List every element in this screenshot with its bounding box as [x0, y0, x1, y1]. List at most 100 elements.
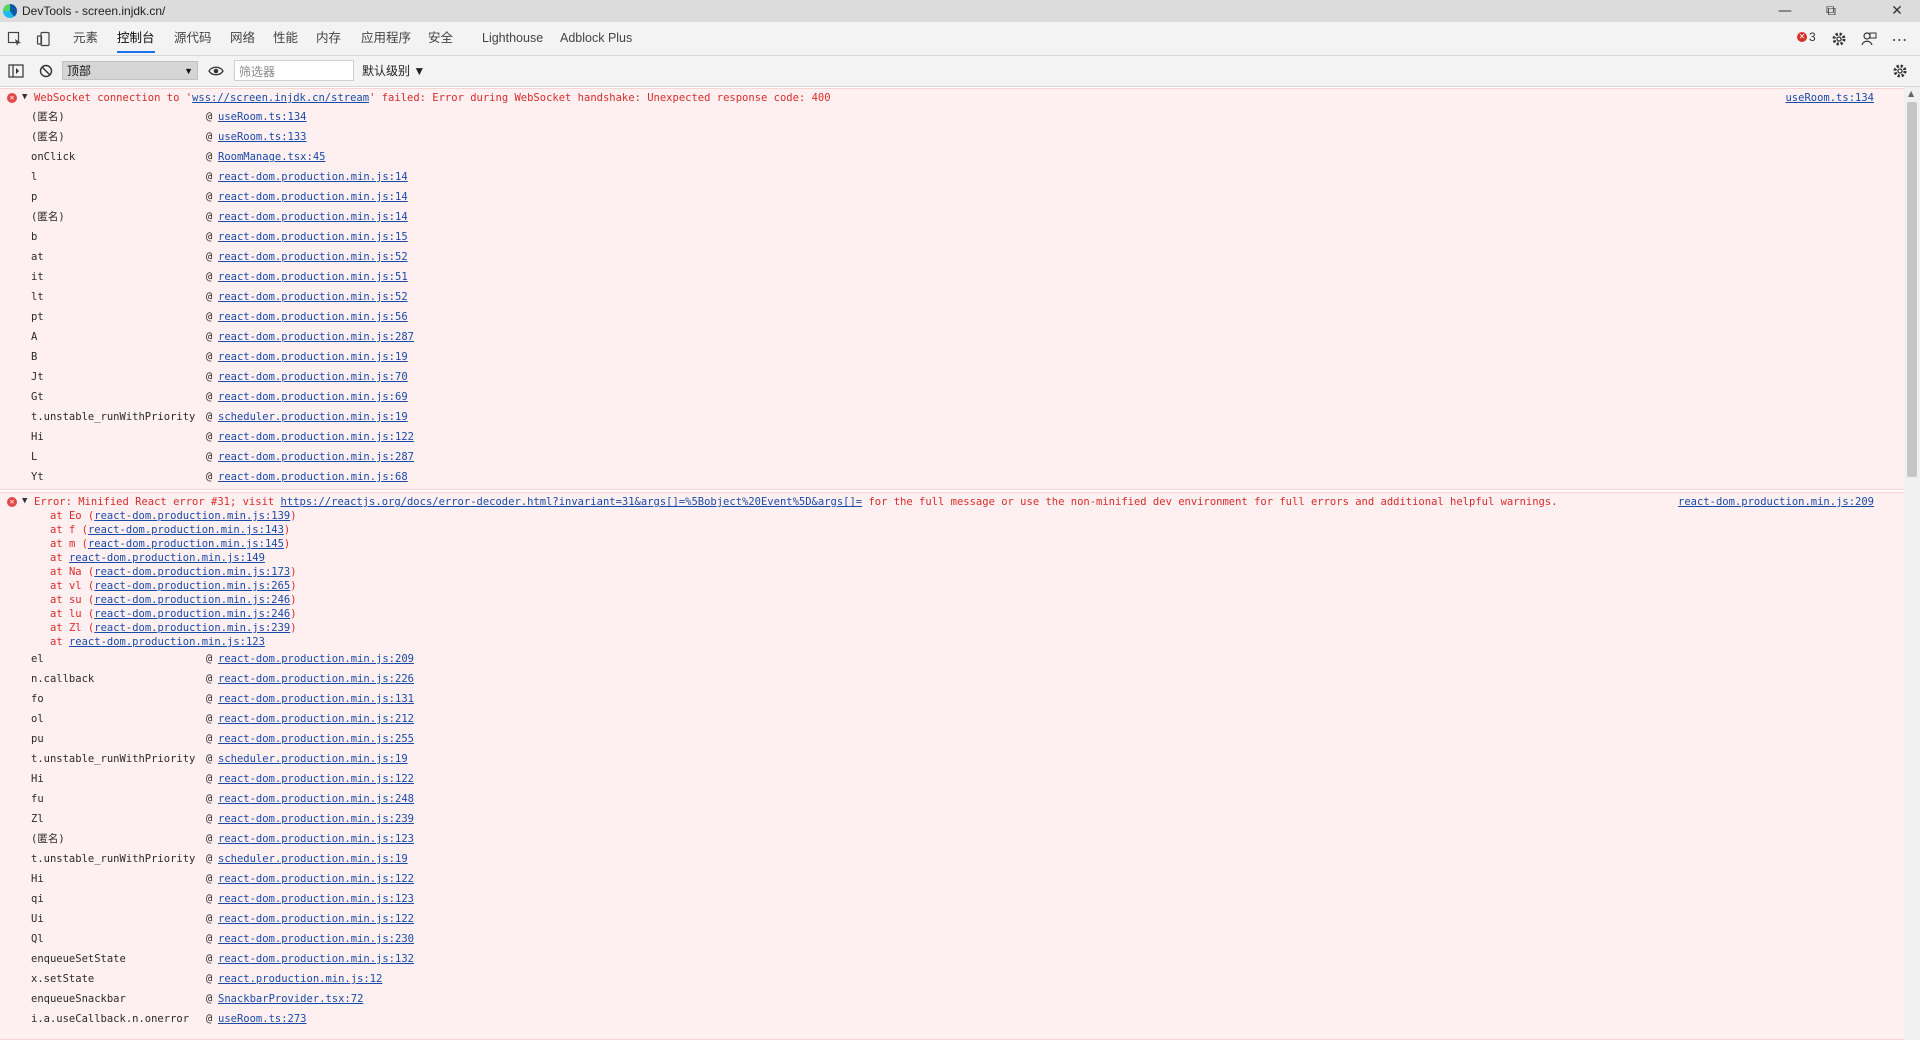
close-icon[interactable]: ✕ [1874, 0, 1920, 22]
stack-frame-link[interactable]: react-dom.production.min.js:14 [218, 207, 408, 227]
stack-frame-link[interactable]: react-dom.production.min.js:52 [218, 247, 408, 267]
stack-frame-link[interactable]: useRoom.ts:273 [218, 1009, 307, 1029]
clear-console-icon[interactable] [36, 61, 56, 81]
stack-frame-link[interactable]: scheduler.production.min.js:19 [218, 407, 408, 427]
context-select[interactable]: 顶部 ▼ [62, 61, 198, 80]
stack-frame-link[interactable]: react-dom.production.min.js:226 [218, 669, 414, 689]
tab-0[interactable]: 元素 [73, 22, 98, 55]
stack-frame-function: pt [31, 311, 44, 323]
scroll-up-icon[interactable]: ▲ [1908, 89, 1914, 98]
error-stack-link[interactable]: react-dom.production.min.js:239 [94, 622, 290, 634]
tab-6[interactable]: 应用程序 [361, 22, 411, 55]
error-message-link[interactable]: https://reactjs.org/docs/error-decoder.h… [281, 496, 863, 508]
error-text-suffix: for the full message or use the non-mini… [862, 496, 1558, 508]
stack-frame-link[interactable]: useRoom.ts:134 [218, 107, 307, 127]
stack-frame-link[interactable]: react-dom.production.min.js:69 [218, 387, 408, 407]
minimize-icon[interactable]: — [1762, 0, 1808, 22]
error-stack-link[interactable]: react-dom.production.min.js:139 [94, 510, 290, 522]
error-source-link[interactable]: useRoom.ts:134 [1785, 92, 1874, 104]
stack-frame-at: @ [206, 431, 213, 443]
stack-frame-at: @ [206, 111, 213, 123]
tab-9[interactable]: Adblock Plus [560, 22, 632, 55]
stack-frame-link[interactable]: react-dom.production.min.js:131 [218, 689, 414, 709]
log-levels-dropdown[interactable]: 默认级别 ▼ [362, 62, 425, 79]
device-toolbar-icon[interactable] [34, 29, 54, 49]
stack-frame-link[interactable]: react-dom.production.min.js:122 [218, 869, 414, 889]
stack-frame-at: @ [206, 311, 213, 323]
feedback-icon[interactable] [1859, 29, 1879, 49]
error-stack-link[interactable]: react-dom.production.min.js:265 [94, 580, 290, 592]
inspect-element-icon[interactable] [5, 29, 25, 49]
scrollbar-thumb[interactable] [1907, 102, 1917, 477]
stack-frame-link[interactable]: react-dom.production.min.js:248 [218, 789, 414, 809]
more-options-icon[interactable]: ⋯ [1890, 29, 1910, 49]
stack-frame-at: @ [206, 331, 213, 343]
stack-frame-link[interactable]: react-dom.production.min.js:15 [218, 227, 408, 247]
error-source-link[interactable]: react-dom.production.min.js:209 [1678, 496, 1874, 508]
stack-frame-link[interactable]: react-dom.production.min.js:132 [218, 949, 414, 969]
stack-frame-link[interactable]: RoomManage.tsx:45 [218, 147, 325, 167]
stack-frame-link[interactable]: react-dom.production.min.js:51 [218, 267, 408, 287]
stack-frame-function: n.callback [31, 673, 95, 685]
stack-frame-link[interactable]: react-dom.production.min.js:122 [218, 427, 414, 447]
stack-frame-at: @ [206, 471, 213, 483]
filter-input[interactable]: 筛选器 [234, 60, 354, 81]
stack-frame-function: (匿名) [31, 111, 65, 123]
console-settings-icon[interactable] [1890, 61, 1910, 81]
error-message-text: Error: Minified React error #31; visit h… [34, 496, 1558, 508]
error-stack-link[interactable]: react-dom.production.min.js:246 [94, 608, 290, 620]
tab-4[interactable]: 性能 [273, 22, 298, 55]
gear-icon[interactable] [1829, 29, 1849, 49]
stack-frame-link[interactable]: react-dom.production.min.js:287 [218, 447, 414, 467]
stack-frame-link[interactable]: react-dom.production.min.js:123 [218, 829, 414, 849]
stack-frame-at: @ [206, 693, 213, 705]
stack-frame-link[interactable]: react-dom.production.min.js:14 [218, 187, 408, 207]
stack-frame-link[interactable]: react-dom.production.min.js:287 [218, 327, 414, 347]
expand-triangle-icon[interactable]: ▼ [22, 496, 27, 506]
stack-frame-link[interactable]: react-dom.production.min.js:56 [218, 307, 408, 327]
tab-2[interactable]: 源代码 [174, 22, 212, 55]
stack-frame-link[interactable]: react-dom.production.min.js:52 [218, 287, 408, 307]
stack-frame-link[interactable]: scheduler.production.min.js:19 [218, 749, 408, 769]
window-titlebar: DevTools - screen.injdk.cn/ [0, 0, 1920, 22]
restore-icon[interactable]: ⧉ [1808, 0, 1854, 22]
error-stack-line: at Zl (react-dom.production.min.js:239) [50, 621, 297, 635]
stack-frame-link[interactable]: SnackbarProvider.tsx:72 [218, 989, 363, 1009]
stack-frame-link[interactable]: react-dom.production.min.js:255 [218, 729, 414, 749]
stack-frame-link[interactable]: react-dom.production.min.js:230 [218, 929, 414, 949]
stack-frame-link[interactable]: react.production.min.js:12 [218, 969, 382, 989]
console-scrollbar[interactable]: ▲ [1904, 87, 1920, 1040]
toggle-sidebar-icon[interactable] [6, 61, 26, 81]
error-stack-link[interactable]: react-dom.production.min.js:123 [69, 636, 265, 648]
error-stack-link[interactable]: react-dom.production.min.js:173 [94, 566, 290, 578]
tab-7[interactable]: 安全 [428, 22, 453, 55]
stack-frame-link[interactable]: react-dom.production.min.js:212 [218, 709, 414, 729]
stack-frame-at: @ [206, 271, 213, 283]
stack-frame-link[interactable]: react-dom.production.min.js:68 [218, 467, 408, 487]
error-count-badge[interactable]: ✕ 3 [1797, 30, 1816, 44]
stack-frame-link[interactable]: useRoom.ts:133 [218, 127, 307, 147]
stack-frame-at: @ [206, 993, 213, 1005]
tab-5[interactable]: 内存 [316, 22, 341, 55]
stack-frame-link[interactable]: react-dom.production.min.js:209 [218, 649, 414, 669]
stack-frame-link[interactable]: scheduler.production.min.js:19 [218, 849, 408, 869]
expand-triangle-icon[interactable]: ▼ [22, 92, 27, 102]
stack-frame-at: @ [206, 833, 213, 845]
stack-frame-link[interactable]: react-dom.production.min.js:123 [218, 889, 414, 909]
tab-1[interactable]: 控制台 [117, 22, 155, 55]
error-stack-link[interactable]: react-dom.production.min.js:149 [69, 552, 265, 564]
stack-frame-link[interactable]: react-dom.production.min.js:122 [218, 909, 414, 929]
tab-3[interactable]: 网络 [230, 22, 255, 55]
error-stack-link[interactable]: react-dom.production.min.js:246 [94, 594, 290, 606]
tab-8[interactable]: Lighthouse [482, 22, 543, 55]
error-stack-prefix: at m ( [50, 538, 88, 550]
stack-frame-link[interactable]: react-dom.production.min.js:122 [218, 769, 414, 789]
stack-frame-link[interactable]: react-dom.production.min.js:14 [218, 167, 408, 187]
error-message-link[interactable]: wss://screen.injdk.cn/stream [192, 92, 369, 104]
stack-frame-link[interactable]: react-dom.production.min.js:239 [218, 809, 414, 829]
stack-frame-link[interactable]: react-dom.production.min.js:19 [218, 347, 408, 367]
error-stack-link[interactable]: react-dom.production.min.js:143 [88, 524, 284, 536]
stack-frame-link[interactable]: react-dom.production.min.js:70 [218, 367, 408, 387]
error-stack-link[interactable]: react-dom.production.min.js:145 [88, 538, 284, 550]
eye-icon[interactable] [206, 61, 226, 81]
